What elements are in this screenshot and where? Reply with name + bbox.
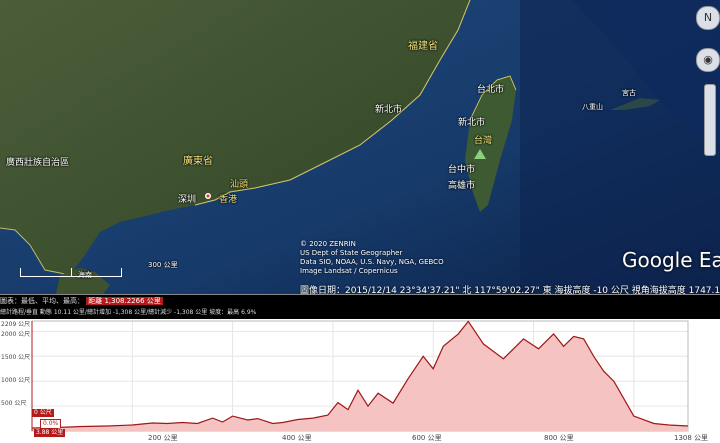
elevation-area	[32, 321, 688, 431]
label-guangxi: 廣西壯族自治區	[6, 158, 70, 168]
label-shenzhen: 深圳	[178, 195, 197, 205]
zoom-slider[interactable]	[704, 84, 716, 156]
y-tick-1500: 1500 公尺	[1, 352, 31, 361]
elevation-chart[interactable]: 2209 公尺 2000 公尺 1500 公尺 1000 公尺 500 公尺 0…	[0, 319, 720, 443]
label-gaoxiong: 高雄市	[448, 181, 476, 191]
map-view[interactable]: 福建省 廣東省 廣西壯族自治區 深圳 香港 汕頭 新北市 台北市 新北市 台灣 …	[0, 0, 720, 298]
google-earth-logo: Google Earth	[622, 248, 720, 272]
map-scale-bar	[20, 268, 122, 277]
label-hongkong: 香港	[219, 195, 238, 205]
navigation-controls[interactable]: N ◉	[696, 0, 720, 170]
label-taizhong: 台中市	[448, 165, 476, 175]
look-around-icon[interactable]: ◉	[696, 48, 720, 72]
distance-tag: 3.88 公里	[34, 429, 66, 437]
profile-stats-bar: 總計路程/垂直 動態 10.11 公里/總計增加 -1,308 公里/總計減少 …	[0, 307, 720, 319]
label-shantou: 汕頭	[230, 180, 249, 190]
compass-icon[interactable]: N	[696, 6, 720, 30]
label-yaeyama: 八重山	[582, 103, 603, 111]
label-taipei: 台北市	[477, 85, 505, 95]
profile-summary-bar: 圖表：最低、平均、最高： 距離 1,308.2266 公里	[0, 295, 720, 307]
elevation-chart-svg	[31, 320, 689, 432]
label-miyako: 宮古	[622, 89, 636, 97]
grade-tag: 0.0%	[40, 419, 62, 429]
profile-summary-label: 圖表：最低、平均、最高：	[0, 297, 84, 305]
label-xinbei: 新北市	[458, 118, 486, 128]
y-tick-2000: 2000 公尺	[1, 329, 31, 338]
profile-distance-value: 距離 1,308.2266 公里	[86, 297, 163, 305]
y-tick-max: 2209 公尺	[1, 319, 31, 328]
label-taiwan: 台灣	[474, 136, 493, 146]
start-elevation-tag: 0 公尺	[32, 409, 54, 417]
elevation-profile-panel: 圖表：最低、平均、最高： 距離 1,308.2266 公里 總計路程/垂直 動態…	[0, 294, 720, 443]
y-tick-1000: 1000 公尺	[1, 375, 31, 384]
label-guangdong: 廣東省	[183, 156, 213, 167]
label-xinbei-mainland: 新北市	[375, 105, 403, 115]
scale-label: 300 公里	[148, 261, 178, 269]
map-attribution: © 2020 ZENRIN US Dept of State Geographe…	[300, 240, 444, 275]
label-fujian: 福建省	[408, 41, 438, 52]
y-tick-500: 500 公尺	[1, 398, 27, 407]
